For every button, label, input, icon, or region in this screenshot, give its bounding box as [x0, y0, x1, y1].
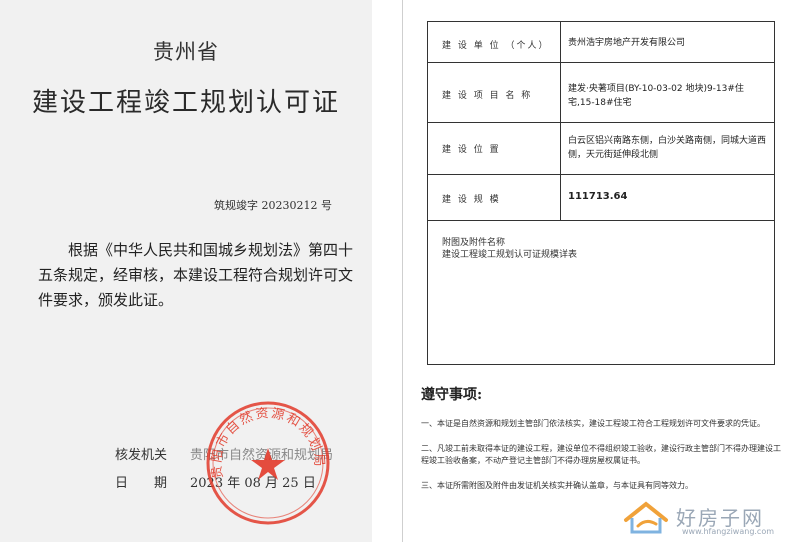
date-label: 日 期	[115, 476, 168, 491]
row-value-scale: 111713.64	[568, 191, 628, 202]
notice-item: 二、凡竣工前未取得本证的建设工程，建设单位不得组织竣工验收，建设行政主管部门不得…	[421, 444, 781, 465]
table-divider	[428, 220, 774, 221]
row-value-project-name: 建发·央著项目(BY-10-03-02 地块)9-13#住宅,15-18#住宅	[568, 84, 744, 108]
page-gap	[372, 0, 402, 542]
certificate-title: 建设工程竣工规划认可证	[31, 88, 340, 118]
site-watermark: 好房子网 www.hfangziwang.com	[622, 496, 792, 540]
row-label-scale: 建 设 规 模	[442, 195, 501, 205]
province-heading: 贵州省	[153, 40, 219, 64]
issuer-label: 核发机关	[115, 448, 168, 463]
row-label-developer: 建 设 单 位 （个人）	[442, 41, 550, 51]
notice-item: 三、本证所需附图及附件由发证机关核实并确认盖章，与本证具有同等效力。	[421, 481, 693, 490]
label-column	[428, 22, 561, 220]
notice-title: 遵守事项:	[421, 387, 483, 403]
project-info-table: 建 设 单 位 （个人） 贵州浩宇房地产开发有限公司 建 设 项 目 名 称 建…	[427, 21, 775, 365]
table-divider	[428, 122, 774, 123]
row-label-location: 建 设 位 置	[442, 145, 501, 155]
table-divider	[428, 62, 774, 63]
attachments-item: 建设工程竣工规划认可证规模详表	[442, 250, 578, 260]
row-value-location: 白云区铝兴南路东侧，白沙关路南侧，同城大道西侧，天元街延伸段北侧	[568, 136, 767, 160]
certificate-front-page: 贵州省 建设工程竣工规划认可证 筑规竣字 20230212 号 根据《中华人民共…	[0, 0, 373, 542]
document-number: 筑规竣字 20230212 号	[214, 199, 332, 212]
row-value-developer: 贵州浩宇房地产开发有限公司	[568, 38, 686, 48]
notice-item: 一、本证是自然资源和规划主管部门依法核实，建设工程竣工符合工程规划许可文件要求的…	[421, 419, 765, 428]
official-seal-stamp: 贵阳市自然资源和规划局	[206, 401, 330, 525]
house-logo-icon	[624, 501, 668, 534]
table-divider	[428, 174, 774, 175]
row-label-project-name: 建 设 项 目 名 称	[442, 91, 533, 101]
certificate-body: 根据《中华人民共和国城乡规划法》第四十五条规定，经审核，本建设工程符合规划许可文…	[38, 241, 354, 309]
watermark-url: www.hfangziwang.com	[682, 527, 775, 536]
